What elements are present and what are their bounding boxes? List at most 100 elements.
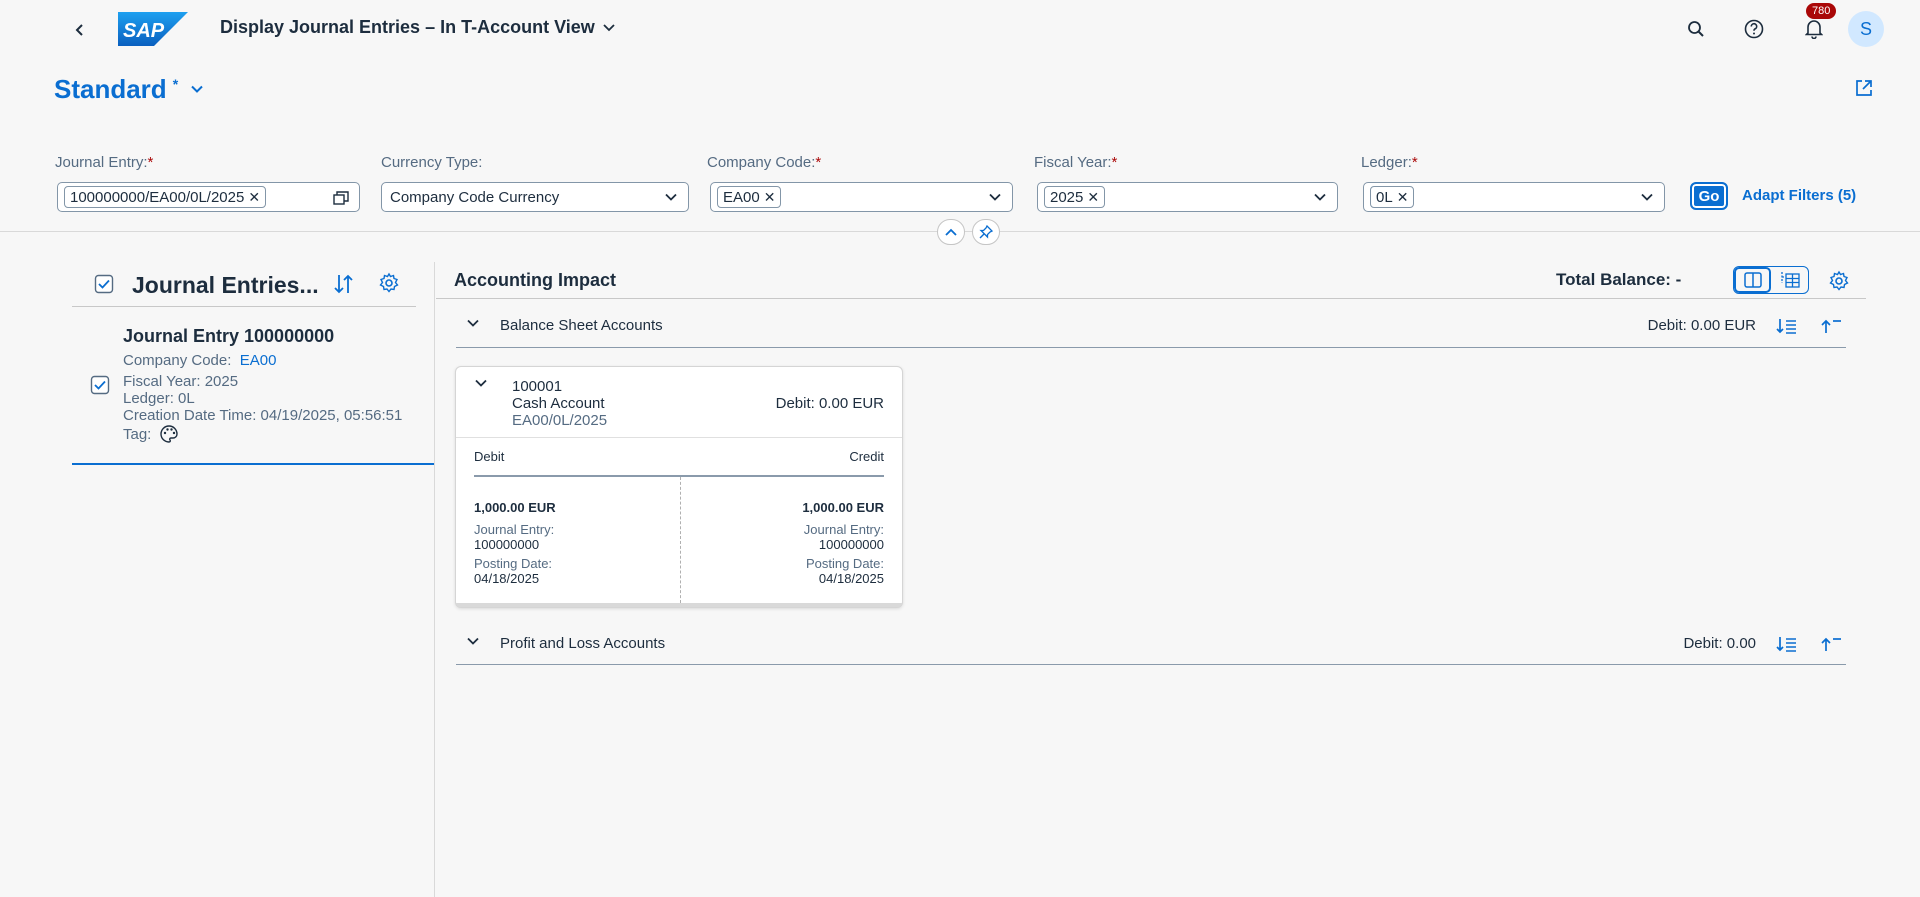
chevron-left-icon [75, 24, 83, 36]
app-title[interactable]: Display Journal Entries – In T-Account V… [220, 17, 615, 38]
debit-je-value[interactable]: 100000000 [474, 537, 539, 552]
currency-type-label: Currency Type: [381, 154, 483, 171]
card-bottom-bar [456, 603, 902, 607]
gear-icon [379, 272, 399, 293]
tree-table-icon [1780, 272, 1800, 288]
chevron-down-icon[interactable] [474, 379, 488, 388]
company-code-field[interactable]: EA00 ✕ [710, 182, 1013, 212]
ledger-token[interactable]: 0L ✕ [1370, 186, 1415, 208]
account-name: Cash Account [512, 395, 605, 412]
section-debit: Debit: 0.00 [1683, 635, 1756, 652]
t-account-vertical-line [680, 477, 681, 603]
fiscal-year-label: Fiscal Year:* [1034, 154, 1118, 171]
remove-token-icon[interactable]: ✕ [764, 189, 776, 206]
credit-je-label: Journal Entry: [803, 522, 884, 537]
list-settings-button[interactable] [378, 272, 400, 294]
hierarchy-view-button[interactable] [1771, 267, 1808, 293]
journal-entries-title: Journal Entries... [132, 272, 319, 298]
ledger-label: Ledger:* [1361, 154, 1418, 171]
select-all-checkbox[interactable] [94, 274, 114, 294]
debit-column-header: Debit [474, 449, 505, 464]
go-button[interactable]: Go [1690, 182, 1728, 210]
gear-icon [1829, 270, 1849, 291]
journal-entry-token[interactable]: 100000000/EA00/0L/2025 ✕ [64, 186, 267, 208]
chevron-down-icon [467, 637, 479, 645]
view-toggle [1733, 266, 1809, 294]
remove-token-icon[interactable]: ✕ [1087, 189, 1099, 206]
back-button[interactable] [66, 16, 94, 44]
profit-loss-section-line [456, 664, 1846, 665]
balance-sheet-section-line [456, 347, 1846, 348]
t-account-horizontal-line [474, 475, 884, 477]
checkbox-checked-icon [94, 274, 114, 294]
pin-header-button[interactable] [972, 219, 1000, 245]
variant-modified-marker: * [172, 76, 179, 92]
user-avatar[interactable]: S [1848, 11, 1884, 47]
search-icon [1688, 21, 1704, 37]
sap-logo: SAP [118, 12, 188, 46]
split-view-icon [1743, 272, 1762, 288]
entry-ledger: Ledger: 0L [123, 390, 195, 407]
accounting-settings-button[interactable] [1828, 270, 1850, 292]
collapse-all-icon [1821, 637, 1841, 651]
collapse-all-icon [1821, 319, 1841, 333]
fiscal-year-token[interactable]: 2025 ✕ [1044, 186, 1106, 208]
sort-descending-icon [1776, 319, 1796, 334]
credit-je-value[interactable]: 100000000 [819, 537, 884, 552]
variant-name: Standard [54, 74, 167, 104]
help-icon [1744, 19, 1764, 39]
section-debit: Debit: 0.00 EUR [1647, 317, 1756, 334]
credit-pd-value: 04/18/2025 [818, 571, 884, 586]
currency-type-select[interactable]: Company Code Currency [381, 182, 689, 212]
chevron-down-icon [191, 85, 203, 93]
company-code-label: Company Code:* [707, 154, 822, 171]
company-code-link[interactable]: EA00 [240, 352, 277, 369]
chevron-down-icon [989, 193, 1001, 201]
account-debit-summary: Debit: 0.00 EUR [775, 395, 884, 412]
chevron-down-icon [1641, 193, 1653, 201]
chevron-down-icon [603, 23, 615, 31]
search-button[interactable] [1678, 11, 1714, 47]
total-balance: Total Balance: - [1556, 270, 1682, 289]
company-code-token[interactable]: EA00 ✕ [717, 186, 782, 208]
share-button[interactable] [1854, 78, 1878, 102]
entry-checkbox[interactable] [90, 375, 110, 395]
balance-sheet-section-header[interactable]: Balance Sheet Accounts Debit: 0.00 EUR [466, 312, 1846, 342]
accounting-header-divider [436, 298, 1866, 299]
chevron-down-icon [665, 193, 677, 201]
fiscal-year-field[interactable]: 2025 ✕ [1037, 182, 1338, 212]
t-account-card: 100001 Cash Account EA00/0L/2025 Debit: … [455, 366, 903, 608]
palette-icon[interactable] [159, 424, 179, 444]
credit-pd-label: Posting Date: [805, 556, 884, 571]
entry-fiscal-year: Fiscal Year: 2025 [123, 373, 239, 390]
shell-bar: SAP Display Journal Entries – In T-Accou… [0, 0, 1920, 56]
entry-company-code: Company Code: EA00 [123, 352, 277, 369]
adapt-filters-button[interactable]: Adapt Filters (5) [1742, 187, 1856, 204]
remove-token-icon[interactable]: ✕ [1397, 189, 1409, 206]
value-help-icon [333, 191, 349, 205]
sort-button[interactable] [332, 272, 356, 296]
bell-icon [1805, 20, 1823, 39]
debit-pd-value: 04/18/2025 [474, 571, 540, 586]
journal-entry-field[interactable]: 100000000/EA00/0L/2025 ✕ [57, 182, 360, 212]
pin-icon [979, 225, 993, 239]
journal-entry-title[interactable]: Journal Entry 100000000 [123, 326, 334, 347]
panel-divider [434, 262, 435, 897]
ledger-field[interactable]: 0L ✕ [1363, 182, 1665, 212]
notification-badge: 780 [1806, 3, 1837, 19]
chevron-up-icon [945, 228, 957, 236]
selected-entry-indicator [72, 463, 434, 465]
remove-token-icon[interactable]: ✕ [248, 189, 260, 206]
journal-entry-label: Journal Entry:* [55, 154, 154, 171]
section-label: Balance Sheet Accounts [500, 317, 663, 334]
chevron-down-icon [467, 319, 479, 327]
debit-amount: 1,000.00 EUR [474, 500, 556, 515]
variant-selector[interactable]: Standard * [54, 74, 204, 105]
help-button[interactable] [1736, 11, 1772, 47]
sort-descending-icon [1776, 637, 1796, 652]
t-account-view-button[interactable] [1734, 267, 1772, 293]
profit-loss-section-header[interactable]: Profit and Loss Accounts Debit: 0.00 [466, 630, 1846, 660]
chevron-down-icon [1314, 193, 1326, 201]
collapse-header-button[interactable] [937, 219, 965, 245]
account-number: 100001 [512, 378, 563, 395]
